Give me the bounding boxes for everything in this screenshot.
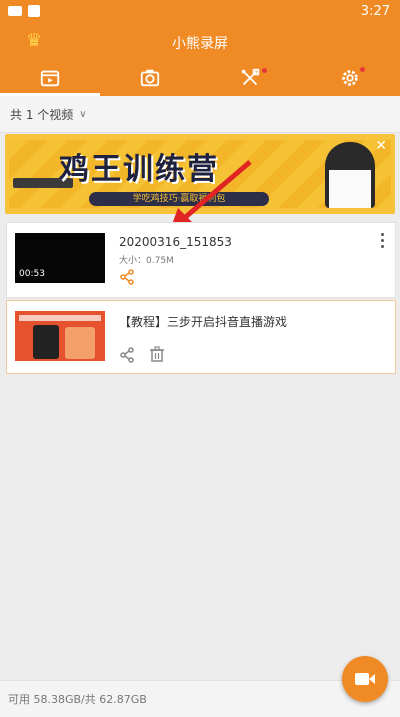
share-icon[interactable] [119,347,135,363]
tools-badge-dot [262,68,267,73]
video-name: 20200316_151853 [119,235,232,249]
tutorial-card[interactable]: 【教程】三步开启抖音直播游戏 [6,300,396,374]
storage-footer: 可用 58.38GB/共 62.87GB [0,680,400,717]
video-count: 共 1 个视频 [10,107,74,122]
status-bar: 3:27 [0,0,400,24]
video-card[interactable]: 00:53 20200316_151853 大小：0.75M [6,222,396,298]
gear-icon [342,70,358,86]
app-header: ♛ 小熊录屏 [0,24,400,60]
notification-icon [28,5,40,17]
chevron-down-icon[interactable]: ∨ [79,109,86,120]
record-button[interactable] [342,656,388,702]
tutorial-thumbnail[interactable] [15,311,105,361]
video-list-icon [40,70,60,87]
tutorial-title: 【教程】三步开启抖音直播游戏 [119,315,288,329]
settings-badge-dot [360,67,365,72]
tab-screenshot[interactable] [100,60,200,96]
camera-icon [140,69,160,87]
video-duration: 00:53 [19,269,45,279]
video-size: 大小：0.75M [119,256,174,266]
banner-character-shirt [329,170,371,208]
video-notification-icon [8,6,22,16]
list-filter[interactable]: 共 1 个视频 ∨ [0,96,400,133]
share-icon[interactable] [119,269,135,285]
tab-settings[interactable] [300,60,400,96]
app-title: 小熊录屏 [172,36,228,52]
trash-icon[interactable] [149,346,165,362]
tools-icon [241,68,260,86]
video-camera-icon [355,673,375,685]
close-icon[interactable]: ✕ [375,138,387,154]
storage-info: 可用 58.38GB/共 62.87GB [8,693,147,706]
tab-videos[interactable] [0,60,100,96]
status-time: 3:27 [360,4,390,19]
video-thumbnail[interactable]: 00:53 [15,233,105,283]
tab-bar [0,60,400,96]
tab-tools[interactable] [200,60,300,96]
more-options-icon[interactable] [381,233,385,251]
